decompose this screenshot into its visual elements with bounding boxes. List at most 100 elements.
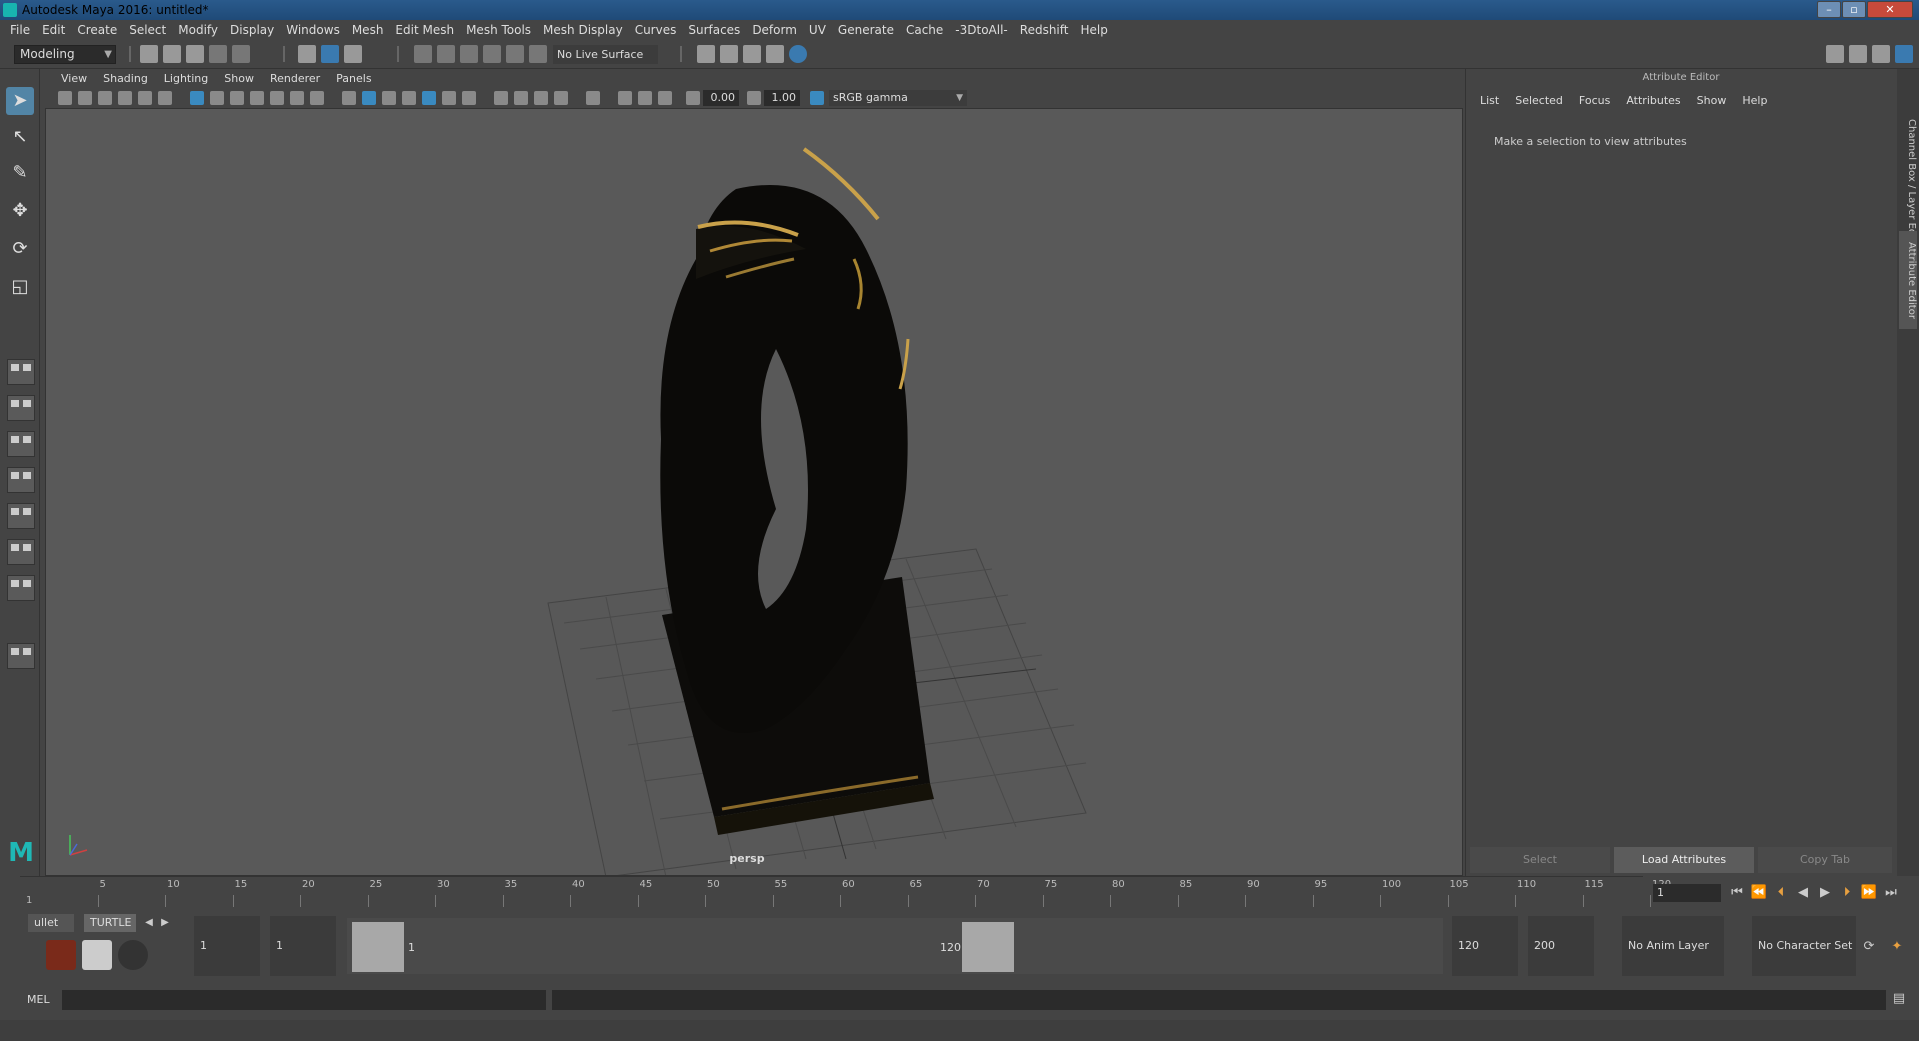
image-plane-icon[interactable] (118, 91, 132, 105)
range-start-handle[interactable] (352, 922, 404, 972)
safe-action-icon[interactable] (290, 91, 304, 105)
move-tool-icon[interactable]: ✥ (6, 197, 34, 225)
select-camera-icon[interactable] (58, 91, 72, 105)
playback-start-field[interactable]: 1 (270, 916, 336, 976)
render-settings-icon[interactable] (697, 45, 715, 63)
exposure-field[interactable]: 0.00 (703, 90, 739, 106)
resolution-gate-icon[interactable] (230, 91, 244, 105)
scale-tool-icon[interactable]: ◱ (6, 273, 34, 301)
panel-menu-renderer[interactable]: Renderer (262, 72, 328, 85)
use-all-lights-icon[interactable] (442, 91, 456, 105)
persp-uv-layout-icon[interactable] (7, 575, 35, 601)
go-to-end-icon[interactable]: ⏭ (1882, 884, 1900, 902)
smooth-shade-icon[interactable] (362, 91, 376, 105)
menu-generate[interactable]: Generate (832, 20, 900, 41)
xray-active-icon[interactable] (638, 91, 652, 105)
step-forward-frame-icon[interactable]: ⏩ (1860, 884, 1878, 902)
menu-curves[interactable]: Curves (629, 20, 683, 41)
step-back-frame-icon[interactable]: ⏪ (1750, 884, 1768, 902)
play-backward-icon[interactable]: ◀ (1794, 884, 1812, 902)
menu-set-selector[interactable]: Modeling ▼ (14, 45, 116, 64)
live-surface-field[interactable]: No Live Surface (553, 45, 658, 64)
isolate-select-icon[interactable] (586, 91, 600, 105)
minimize-button[interactable]: – (1817, 1, 1841, 18)
render-frame-icon[interactable] (720, 45, 738, 63)
anim-layer-select[interactable]: No Anim Layer (1622, 916, 1724, 976)
ae-menu-selected[interactable]: Selected (1507, 94, 1571, 107)
xray-icon[interactable] (618, 91, 632, 105)
animation-start-field[interactable]: 1 (194, 916, 260, 976)
menu-redshift[interactable]: Redshift (1014, 20, 1075, 41)
xray-joints-icon[interactable] (658, 91, 672, 105)
animation-end-field[interactable]: 200 (1528, 916, 1594, 976)
bookmark-icon[interactable] (98, 91, 112, 105)
ipr-render-icon[interactable] (743, 45, 761, 63)
wireframe-icon[interactable] (342, 91, 356, 105)
select-by-component-icon[interactable] (344, 45, 362, 63)
step-forward-key-icon[interactable]: ⏵ (1838, 884, 1856, 902)
menu-surfaces[interactable]: Surfaces (682, 20, 746, 41)
anti-aliasing-icon[interactable] (534, 91, 548, 105)
ae-load-attributes-button[interactable]: Load Attributes (1614, 847, 1754, 873)
safe-title-icon[interactable] (310, 91, 324, 105)
menu-mesh[interactable]: Mesh (346, 20, 390, 41)
menu-edit-mesh[interactable]: Edit Mesh (389, 20, 460, 41)
camera-attributes-icon[interactable] (78, 91, 92, 105)
menu-3dtoall[interactable]: -3DtoAll- (949, 20, 1013, 41)
menu-modify[interactable]: Modify (172, 20, 224, 41)
persp-outliner-layout-icon[interactable] (7, 431, 35, 457)
snap-view-plane-icon[interactable] (483, 45, 501, 63)
menu-mesh-tools[interactable]: Mesh Tools (460, 20, 537, 41)
menu-deform[interactable]: Deform (746, 20, 803, 41)
gamma-icon[interactable] (747, 91, 761, 105)
paint-select-tool-icon[interactable]: ✎ (6, 159, 34, 187)
panel-menu-lighting[interactable]: Lighting (156, 72, 216, 85)
select-by-object-icon[interactable] (321, 45, 339, 63)
ae-menu-help[interactable]: Help (1734, 94, 1775, 107)
shelf-tab-turtle[interactable]: TURTLE (84, 914, 136, 932)
ae-menu-show[interactable]: Show (1689, 94, 1735, 107)
ae-menu-focus[interactable]: Focus (1571, 94, 1618, 107)
select-tool-icon[interactable]: ➤ (6, 87, 34, 115)
menu-mesh-display[interactable]: Mesh Display (537, 20, 629, 41)
playback-end-field[interactable]: 120 (1452, 916, 1518, 976)
tab-attribute-editor[interactable]: Attribute Editor (1899, 231, 1917, 329)
character-set-select[interactable]: No Character Set (1752, 916, 1856, 976)
step-back-key-icon[interactable]: ⏴ (1772, 884, 1790, 902)
modeling-toolkit-icon[interactable] (1826, 45, 1844, 63)
turtle-render-icon[interactable] (46, 940, 76, 970)
gate-mask-icon[interactable] (250, 91, 264, 105)
panel-menu-shading[interactable]: Shading (95, 72, 156, 85)
script-language-label[interactable]: MEL (27, 993, 50, 1006)
custom-layout-icon[interactable] (7, 643, 35, 669)
select-by-hierarchy-icon[interactable] (298, 45, 316, 63)
panel-menu-view[interactable]: View (53, 72, 95, 85)
maximize-button[interactable]: ▫ (1842, 1, 1866, 18)
exposure-icon[interactable] (686, 91, 700, 105)
ae-select-button[interactable]: Select (1470, 847, 1610, 873)
depth-of-field-icon[interactable] (554, 91, 568, 105)
snap-point-icon[interactable] (460, 45, 478, 63)
menu-file[interactable]: File (4, 20, 36, 41)
film-gate-icon[interactable] (210, 91, 224, 105)
ae-copy-tab-button[interactable]: Copy Tab (1758, 847, 1892, 873)
persp-graph-layout-icon[interactable] (7, 467, 35, 493)
go-to-start-icon[interactable]: ⏮ (1728, 884, 1746, 902)
snap-surface-icon[interactable] (506, 45, 524, 63)
animation-prefs-icon[interactable]: ✦ (1888, 938, 1906, 956)
panel-menu-panels[interactable]: Panels (328, 72, 379, 85)
close-button[interactable]: ✕ (1867, 1, 1913, 18)
menu-display[interactable]: Display (224, 20, 280, 41)
snap-vertex-icon[interactable] (529, 45, 547, 63)
current-frame-field[interactable]: 1 (1653, 884, 1721, 902)
textured-icon[interactable] (422, 91, 436, 105)
save-scene-icon[interactable] (186, 45, 204, 63)
character-controls-icon[interactable] (1849, 45, 1867, 63)
gamma-field[interactable]: 1.00 (764, 90, 800, 106)
turtle-surface-icon[interactable] (118, 940, 148, 970)
shelf-scroll-right-icon[interactable]: ▶ (156, 914, 174, 932)
perspective-viewport[interactable] (45, 108, 1463, 876)
wireframe-on-shaded-icon[interactable] (402, 91, 416, 105)
menu-uv[interactable]: UV (803, 20, 832, 41)
default-material-icon[interactable] (382, 91, 396, 105)
